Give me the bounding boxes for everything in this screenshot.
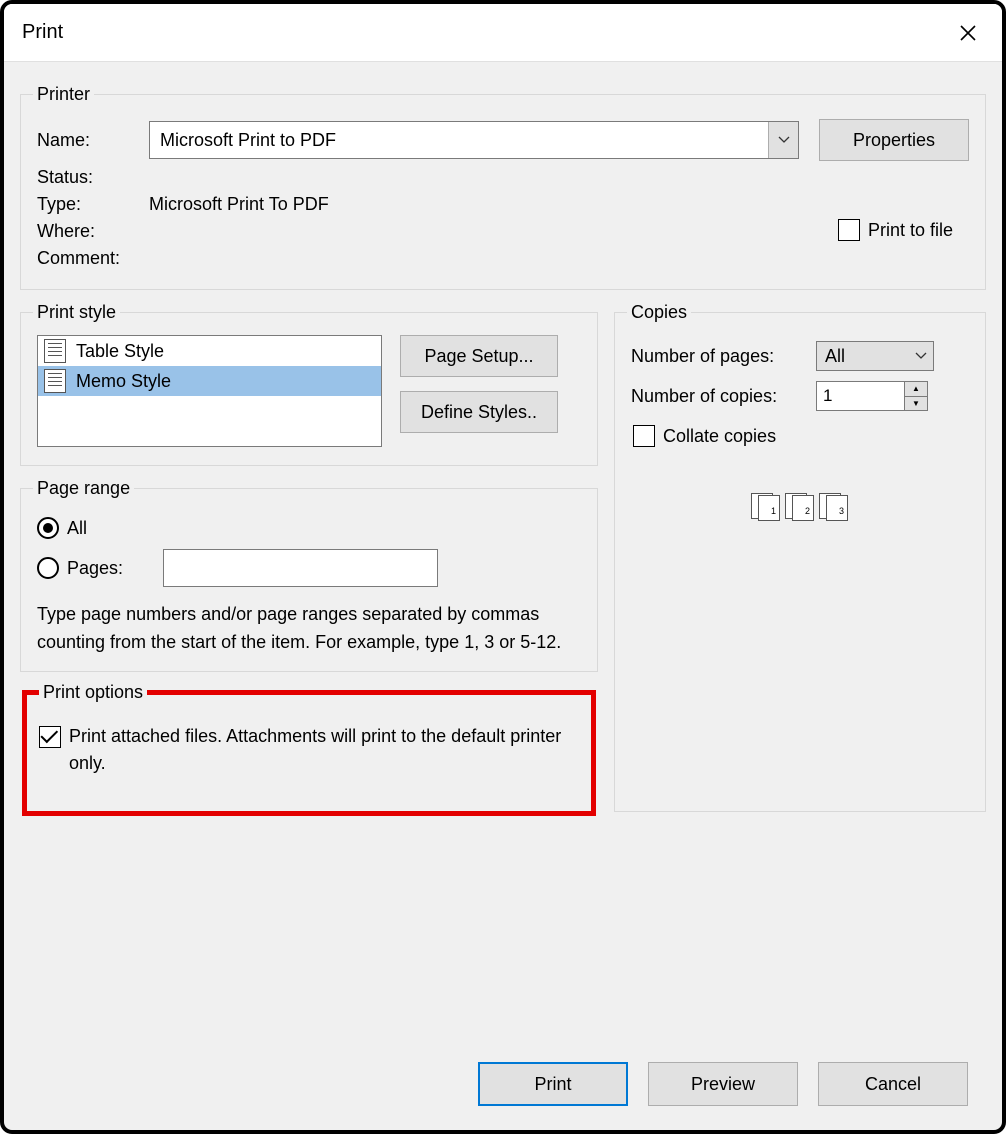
page-range-hint: Type page numbers and/or page ranges sep…	[37, 601, 581, 657]
number-of-pages-value: All	[825, 346, 845, 367]
copies-group: Copies Number of pages: All Number of co…	[614, 302, 986, 812]
style-item-label: Memo Style	[76, 371, 171, 392]
printer-name-select[interactable]: Microsoft Print to PDF	[149, 121, 799, 159]
table-style-icon	[44, 339, 66, 363]
print-style-list[interactable]: Table Style Memo Style	[37, 335, 382, 447]
close-icon	[958, 23, 978, 43]
type-label: Type:	[37, 194, 149, 215]
page-range-all-radio[interactable]	[37, 517, 59, 539]
copies-inc-button[interactable]: ▲	[904, 381, 928, 396]
define-styles-button[interactable]: Define Styles..	[400, 391, 558, 433]
copies-legend: Copies	[627, 302, 691, 323]
number-of-copies-spinner[interactable]: ▲ ▼	[816, 381, 928, 411]
print-options-group: Print options Print attached files. Atta…	[22, 682, 596, 816]
collate-checkbox[interactable]	[633, 425, 655, 447]
collate-graphic: 11 22 33	[631, 493, 969, 521]
properties-button[interactable]: Properties	[819, 119, 969, 161]
print-attached-label: Print attached files. Attachments will p…	[69, 723, 579, 777]
page-range-pages-input[interactable]	[163, 549, 438, 587]
memo-style-icon	[44, 369, 66, 393]
comment-label: Comment:	[37, 248, 120, 269]
page-range-pages-radio[interactable]	[37, 557, 59, 579]
collate-page: 1	[758, 495, 780, 521]
printer-dropdown-button[interactable]	[768, 122, 798, 158]
printer-name-value: Microsoft Print to PDF	[160, 130, 336, 151]
dialog-footer: Print Preview Cancel	[20, 1048, 986, 1130]
collate-label: Collate copies	[663, 426, 776, 447]
close-button[interactable]	[954, 19, 982, 47]
print-dialog: Print Printer Name: Microsoft Print to P…	[0, 0, 1006, 1134]
style-item-label: Table Style	[76, 341, 164, 362]
collate-page: 2	[792, 495, 814, 521]
page-range-all-label: All	[67, 518, 87, 539]
print-to-file-label: Print to file	[868, 220, 953, 241]
style-item-memo[interactable]: Memo Style	[38, 366, 381, 396]
style-item-table[interactable]: Table Style	[38, 336, 381, 366]
status-label: Status:	[37, 167, 149, 188]
number-of-pages-label: Number of pages:	[631, 346, 816, 367]
type-value: Microsoft Print To PDF	[149, 194, 329, 215]
number-of-copies-input[interactable]	[816, 381, 904, 411]
print-to-file-checkbox[interactable]	[838, 219, 860, 241]
collate-page: 3	[826, 495, 848, 521]
print-attached-checkbox[interactable]	[39, 726, 61, 748]
page-range-pages-label: Pages:	[67, 558, 123, 579]
page-range-group: Page range All Pages: Type page numbers …	[20, 478, 598, 672]
printer-legend: Printer	[33, 84, 94, 105]
where-label: Where:	[37, 221, 149, 242]
name-label: Name:	[37, 130, 149, 151]
preview-button[interactable]: Preview	[648, 1062, 798, 1106]
number-of-pages-select[interactable]: All	[816, 341, 934, 371]
number-of-copies-label: Number of copies:	[631, 386, 816, 407]
copies-dec-button[interactable]: ▼	[904, 396, 928, 412]
chevron-down-icon	[778, 136, 790, 144]
chevron-down-icon	[915, 352, 927, 360]
printer-group: Printer Name: Microsoft Print to PDF Pro…	[20, 84, 986, 290]
print-button[interactable]: Print	[478, 1062, 628, 1106]
window-title: Print	[22, 21, 63, 44]
titlebar: Print	[4, 4, 1002, 62]
page-range-legend: Page range	[33, 478, 134, 499]
page-setup-button[interactable]: Page Setup...	[400, 335, 558, 377]
print-style-group: Print style Table Style Memo Style	[20, 302, 598, 466]
print-options-legend: Print options	[39, 682, 147, 703]
cancel-button[interactable]: Cancel	[818, 1062, 968, 1106]
print-style-legend: Print style	[33, 302, 120, 323]
